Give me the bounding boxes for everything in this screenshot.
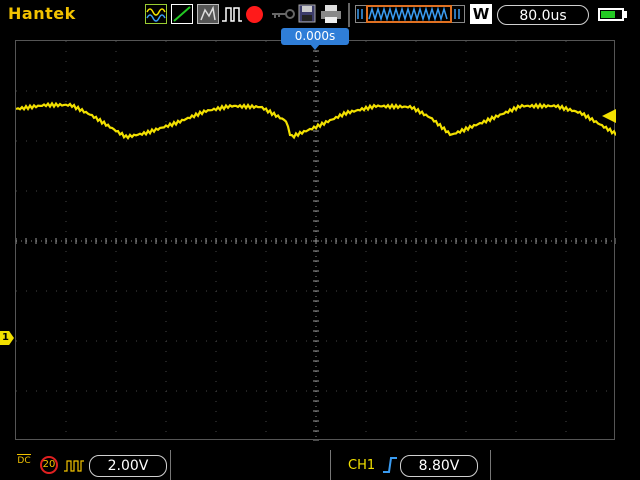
run-indicator-icon[interactable] <box>246 6 263 23</box>
memory-depth-icon[interactable] <box>355 4 465 24</box>
probe-pulse-icon <box>64 460 84 472</box>
waveform-icon[interactable] <box>145 4 167 24</box>
bandwidth-limit-icon[interactable]: 20 <box>40 456 58 474</box>
trigger-position-arrow-icon <box>310 44 320 50</box>
save-icon[interactable] <box>298 4 316 24</box>
brand-logo: Hantek <box>8 4 76 23</box>
key-icon <box>272 9 295 19</box>
mode-letter: W <box>472 5 490 23</box>
mode-icon[interactable]: W <box>470 4 492 24</box>
waveform-display[interactable] <box>15 40 616 441</box>
ramp-icon[interactable] <box>171 4 193 24</box>
channel-1-marker[interactable]: 1 <box>0 331 14 345</box>
coupling-indicator[interactable]: DC <box>14 454 34 466</box>
pulse-icon[interactable] <box>221 4 243 24</box>
battery-fill <box>601 11 615 18</box>
timebase-display[interactable]: 80.0us <box>497 5 589 25</box>
battery-tip <box>624 11 627 18</box>
dc-bar <box>17 454 31 455</box>
separator <box>490 450 491 480</box>
separator <box>170 450 171 480</box>
separator <box>348 3 350 27</box>
trigger-source-label[interactable]: CH1 <box>348 458 375 473</box>
volts-per-div-display[interactable]: 2.00V <box>89 455 167 477</box>
coupling-label: DC <box>17 456 31 466</box>
persist-icon[interactable] <box>197 4 219 24</box>
trigger-level-display[interactable]: 8.80V <box>400 455 478 477</box>
status-bar: Hantek W 80.0us <box>0 0 640 30</box>
graticule <box>16 41 616 441</box>
battery-icon <box>598 8 624 21</box>
trigger-position-tag[interactable]: 0.000s <box>281 28 349 45</box>
rising-edge-icon[interactable] <box>381 456 399 474</box>
separator <box>330 450 331 480</box>
printer-icon[interactable] <box>320 4 342 24</box>
